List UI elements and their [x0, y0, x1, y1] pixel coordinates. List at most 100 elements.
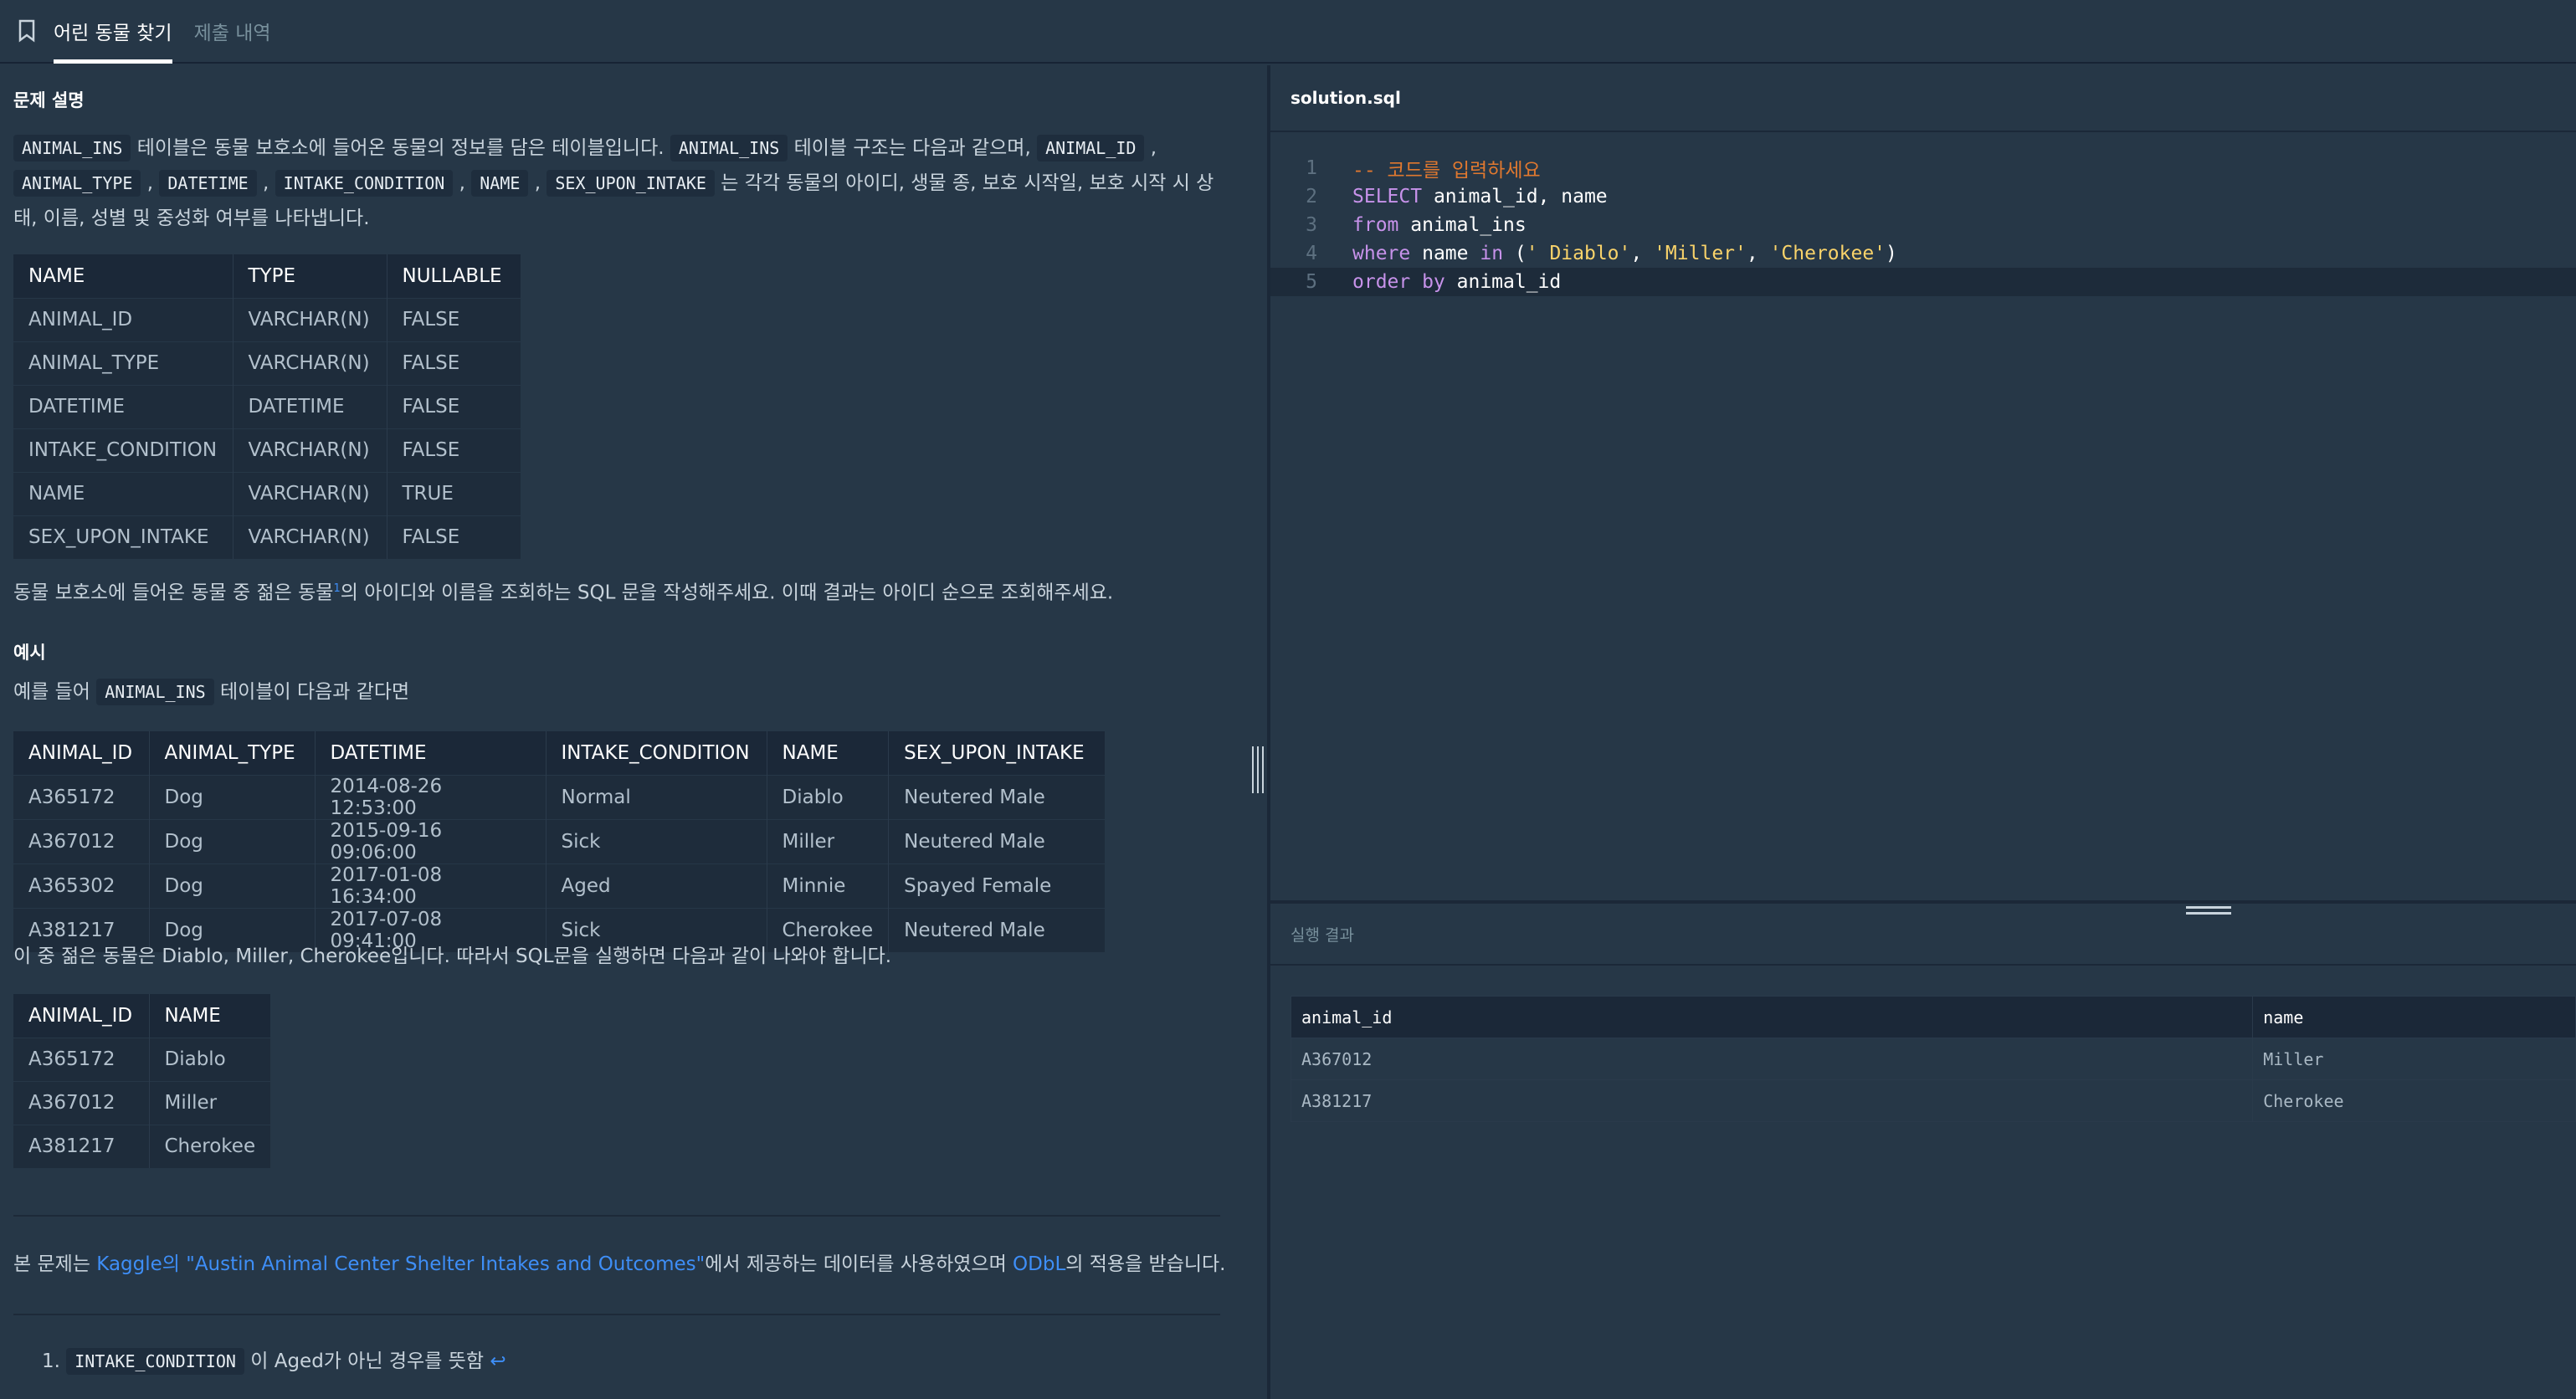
code-token: ANIMAL_INS [96, 679, 214, 705]
schema-table: NAME TYPE NULLABLE ANIMAL_ID VARCHAR(N) FALSE… [13, 254, 521, 559]
table-header-row: animal_id name [1290, 996, 2576, 1038]
sql-text: , [1746, 243, 1770, 264]
sql-keyword: where [1352, 243, 1411, 264]
sql-text: animal_id [1445, 271, 1562, 293]
table-cell: DATETIME [13, 384, 233, 428]
section-title: 문제 설명 [13, 90, 85, 110]
column-header: name [2252, 996, 2576, 1038]
footnote-text: 이 Aged가 아닌 경우를 뜻함 [250, 1350, 485, 1372]
code-token: ANIMAL_TYPE [13, 170, 141, 197]
table-cell: Diablo [766, 774, 889, 819]
editor-filename: solution.sql [1270, 65, 2576, 132]
footnote-ref[interactable]: 1 [333, 582, 340, 595]
table-cell: VARCHAR(N) [232, 471, 387, 515]
table-row: A365302 Dog 2017-01-08 16:34:00 Aged Minnie S… [13, 863, 1105, 908]
table-cell: Minnie [766, 863, 889, 908]
footnote-back-icon[interactable]: ↩ [490, 1350, 505, 1372]
tab-problem[interactable]: 어린 동물 찾기 [54, 0, 172, 64]
kaggle-link[interactable]: Kaggle의 "Austin Animal Center Shelter In… [96, 1253, 705, 1275]
table-cell: VARCHAR(N) [232, 428, 387, 472]
tab-submissions[interactable]: 제출 내역 [194, 0, 271, 62]
code-editor[interactable]: 1 -- 코드를 입력하세요 2 SELECT animal_id, name … [1270, 134, 2576, 900]
example-result-text: 이 중 젊은 동물은 Diablo, Miller, Cherokee입니다. … [13, 945, 892, 967]
table-cell: A367012 [13, 818, 149, 863]
table-row: A367012 Miller [13, 1080, 271, 1125]
line-number: 5 [1306, 271, 1317, 293]
table-cell: INTAKE_CONDITION [13, 428, 233, 472]
code-token: DATETIME [159, 170, 257, 197]
footnote-number: 1. [42, 1350, 60, 1372]
table-row: NAME VARCHAR(N) TRUE [13, 471, 521, 515]
table-header-row: ANIMAL_ID NAME [13, 994, 271, 1038]
code-line[interactable]: 1 -- 코드를 입력하세요 [1270, 154, 2576, 182]
table-row: A367012 Miller [1290, 1038, 2576, 1080]
column-header: INTAKE_CONDITION [545, 731, 767, 775]
code-text: from animal_ins [1352, 214, 1527, 236]
table-cell: Diablo [148, 1037, 271, 1081]
result-table: animal_id name A367012 Miller A381217 Cheroke… [1290, 996, 2576, 1122]
table-cell: FALSE [386, 428, 521, 472]
sql-string: 'Cherokee' [1769, 243, 1886, 264]
odbl-link[interactable]: ODbL [1013, 1253, 1065, 1275]
example-text-b: 테이블이 다음과 같다면 [220, 681, 410, 703]
example-table: ANIMAL_ID ANIMAL_TYPE DATETIME INTAKE_CONDI… [13, 731, 1105, 952]
table-row: ANIMAL_TYPE VARCHAR(N) FALSE [13, 341, 521, 385]
column-header: NAME [13, 254, 233, 298]
sql-text: animal_id, name [1422, 186, 1608, 208]
table-cell: Dog [148, 774, 315, 819]
bookmark-icon[interactable] [0, 0, 54, 62]
result-title: 실행 결과 [1270, 904, 2576, 966]
sql-keyword: order by [1352, 271, 1445, 293]
code-text: order by animal_id [1352, 271, 1561, 293]
intro-text: 는 각각 동물의 아이디, 생물 종, 보호 시작일, 보호 시작 시 상 [721, 172, 1214, 194]
table-cell: Sick [545, 818, 767, 863]
table-cell: NAME [13, 471, 233, 515]
line-number: 3 [1306, 214, 1317, 236]
table-row: A381217 Cherokee [13, 1124, 271, 1168]
task-text: 동물 보호소에 들어온 동물 중 젊은 동물1의 아이디와 이름을 조회하는 S… [13, 569, 1235, 611]
table-cell: DATETIME [232, 384, 387, 428]
table-cell: TRUE [386, 471, 521, 515]
table-cell: Miller [766, 818, 889, 863]
table-cell: 2017-01-08 16:34:00 [314, 863, 546, 908]
table-cell: Cherokee [2252, 1079, 2576, 1122]
code-line[interactable]: 2 SELECT animal_id, name [1270, 182, 2576, 211]
table-cell: A367012 [13, 1080, 149, 1125]
divider [13, 1314, 1220, 1315]
task-text-b: 의 아이디와 이름을 조회하는 SQL 문을 작성해주세요. 이때 결과는 아이… [340, 582, 1114, 604]
table-cell: A365172 [13, 774, 149, 819]
code-text: where name in (' Diablo', 'Miller', 'Che… [1352, 243, 1897, 264]
table-row: ANIMAL_ID VARCHAR(N) FALSE [13, 297, 521, 341]
code-line-current[interactable]: 5 order by animal_id [1270, 268, 2576, 296]
column-header: ANIMAL_ID [13, 731, 149, 775]
code-line[interactable]: 3 from animal_ins [1270, 211, 2576, 239]
example-title: 예시 [13, 643, 46, 663]
divider [13, 1215, 1220, 1217]
intro-line-3: 태, 이름, 성별 및 중성화 여부를 나타냅니다. [13, 208, 370, 229]
table-cell: 2014-08-26 12:53:00 [314, 774, 546, 819]
splitter-handle-icon[interactable] [1252, 746, 1264, 793]
example-text-a: 예를 들어 [13, 681, 90, 703]
table-cell: Miller [2252, 1038, 2576, 1080]
expected-table: ANIMAL_ID NAME A365172 Diablo A367012 Miller A… [13, 994, 271, 1168]
intro-text: 테이블은 동물 보호소에 들어온 동물의 정보를 담은 테이블입니다. [136, 137, 665, 159]
column-header: ANIMAL_ID [13, 994, 149, 1038]
table-cell: FALSE [386, 384, 521, 428]
table-cell: Miller [148, 1080, 271, 1125]
problem-pane[interactable]: 문제 설명 ANIMAL_INS 테이블은 동물 보호소에 들어온 동물의 정보… [0, 65, 1267, 1399]
table-cell: ANIMAL_TYPE [13, 341, 233, 385]
code-line[interactable]: 4 where name in (' Diablo', 'Miller', 'C… [1270, 239, 2576, 268]
tab-submissions-label: 제출 내역 [193, 23, 271, 44]
code-token: SEX_UPON_INTAKE [547, 170, 715, 197]
table-cell: Dog [148, 863, 315, 908]
license-text-c: 의 적용을 받습니다. [1065, 1253, 1226, 1275]
intro-text: 테이블 구조는 다음과 같으며, [793, 137, 1031, 159]
table-header-row: ANIMAL_ID ANIMAL_TYPE DATETIME INTAKE_CONDI… [13, 731, 1105, 775]
table-cell: A381217 [13, 1124, 149, 1168]
line-number: 1 [1306, 157, 1317, 179]
table-cell: Dog [148, 818, 315, 863]
table-cell: A365302 [13, 863, 149, 908]
table-cell: Neutered Male [888, 818, 1105, 863]
sql-keyword: SELECT [1352, 186, 1423, 208]
tab-problem-label: 어린 동물 찾기 [54, 23, 172, 44]
